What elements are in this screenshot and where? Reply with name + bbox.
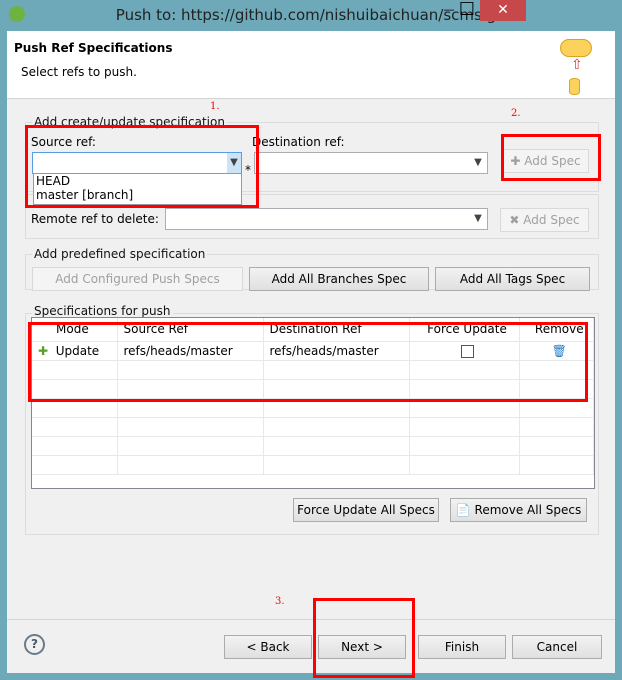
- add-configured-push-specs-button[interactable]: Add Configured Push Specs: [32, 267, 243, 291]
- remove-all-label: Remove All Specs: [474, 503, 582, 517]
- highlight-next: [313, 598, 415, 678]
- add-delete-spec-button[interactable]: ✖ Add Spec: [500, 208, 589, 232]
- finish-button[interactable]: Finish: [418, 635, 506, 659]
- annotation-3: 3.: [275, 596, 285, 607]
- highlight-specs-table: [28, 322, 588, 402]
- remove-all-icon: 📄: [455, 503, 471, 517]
- page-title: Push Ref Specifications: [14, 41, 173, 55]
- footer-separator: [7, 619, 615, 620]
- annotation-2: 2.: [511, 108, 521, 119]
- remove-all-specs-button[interactable]: 📄 Remove All Specs: [450, 498, 587, 522]
- destination-ref-label: Destination ref:: [252, 135, 345, 149]
- highlight-source-ref: [25, 125, 259, 208]
- page-subtitle: Select refs to push.: [21, 65, 137, 79]
- predefined-group-title: Add predefined specification: [32, 247, 208, 261]
- add-all-tags-spec-button[interactable]: Add All Tags Spec: [435, 267, 590, 291]
- annotation-1: 1.: [210, 101, 220, 112]
- chevron-down-icon: ▼: [474, 213, 482, 224]
- remote-ref-label: Remote ref to delete:: [31, 212, 159, 226]
- cancel-button[interactable]: Cancel: [512, 635, 602, 659]
- add-all-branches-spec-button[interactable]: Add All Branches Spec: [249, 267, 429, 291]
- highlight-add-spec: [501, 134, 601, 181]
- back-button[interactable]: < Back: [224, 635, 312, 659]
- chevron-down-icon: ▼: [474, 157, 482, 168]
- destination-ref-combo[interactable]: ▼: [254, 152, 488, 174]
- help-button[interactable]: ?: [24, 634, 45, 655]
- add-spec-label: Add Spec: [523, 213, 580, 227]
- window-title: Push to: https://github.com/nishuibaichu…: [115, 6, 507, 24]
- close-button[interactable]: ✕: [480, 0, 526, 21]
- maximize-button[interactable]: ☐: [452, 0, 482, 21]
- force-update-all-specs-button[interactable]: Force Update All Specs: [293, 498, 439, 522]
- push-cloud-icon: ⇧: [558, 35, 598, 95]
- wizard-header: Push Ref Specifications Select refs to p…: [7, 31, 615, 99]
- remote-ref-combo[interactable]: ▼: [165, 208, 488, 230]
- specs-group-title: Specifications for push: [32, 304, 173, 318]
